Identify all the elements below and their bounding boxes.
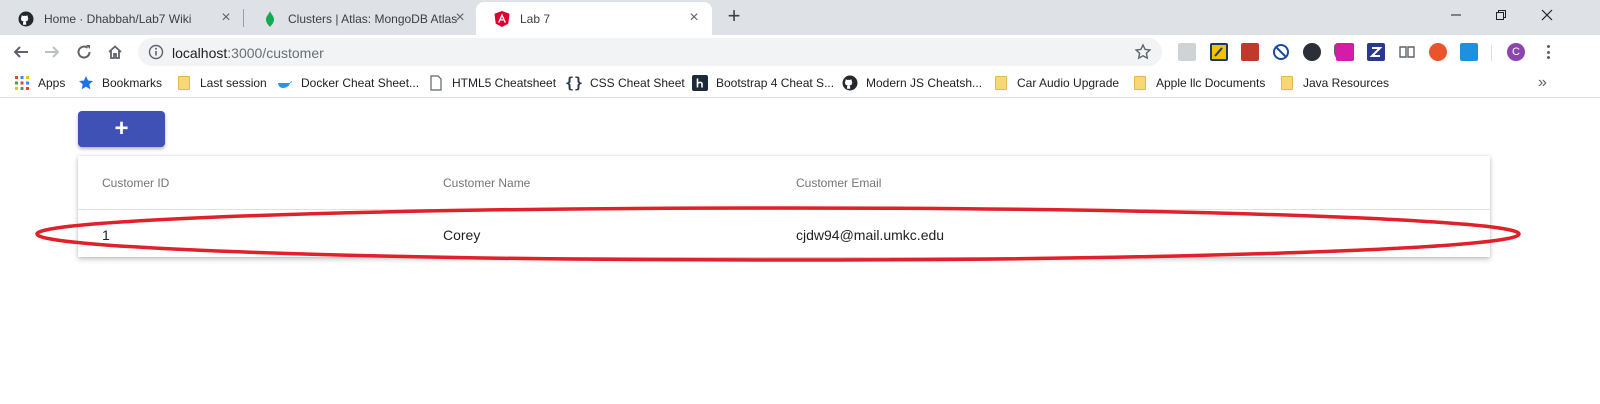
back-button[interactable] [8, 39, 34, 65]
tab-close-icon[interactable]: × [686, 10, 702, 26]
tab-github-wiki[interactable]: Home · Dhabbah/Lab7 Wiki × [0, 2, 242, 35]
customer-table: Customer ID Customer Name Customer Email… [78, 156, 1490, 257]
column-header-customer-id[interactable]: Customer ID [102, 176, 169, 190]
h-logo-icon [692, 75, 708, 91]
braces-icon: {} [564, 74, 584, 92]
tab-close-icon[interactable]: × [452, 10, 468, 26]
bookmark-car-audio[interactable]: Car Audio Upgrade [993, 74, 1119, 92]
forward-button[interactable] [39, 39, 65, 65]
bookmark-bootstrap[interactable]: Bootstrap 4 Cheat S... [692, 74, 834, 92]
more-bookmarks-chevron-icon[interactable]: » [1538, 74, 1547, 92]
minimize-button[interactable] [1433, 0, 1479, 30]
plus-icon: + [114, 115, 129, 142]
extension-dev-icon[interactable] [1178, 43, 1196, 61]
bookmark-html5[interactable]: HTML5 Cheatsheet [428, 74, 556, 92]
profile-avatar[interactable]: C [1507, 43, 1525, 61]
folder-icon [1279, 75, 1295, 91]
bookmark-label: Modern JS Cheatsh... [866, 76, 983, 90]
folder-icon [993, 75, 1009, 91]
page-icon [428, 75, 444, 91]
reload-icon [77, 45, 91, 59]
folder-icon [176, 75, 192, 91]
bookmark-last-session[interactable]: Last session [176, 74, 267, 92]
bookmark-label: HTML5 Cheatsheet [452, 76, 557, 90]
url-host: localhost [172, 45, 228, 61]
info-icon[interactable] [148, 44, 164, 60]
bookmark-label: Bookmarks [102, 76, 163, 90]
bookmark-apps[interactable]: Apps [14, 74, 65, 92]
tab-strip: Home · Dhabbah/Lab7 Wiki × Clusters | At… [0, 0, 1600, 35]
bookmark-label: Apple llc Documents [1156, 76, 1266, 90]
address-bar[interactable]: localhost:3000/customer [138, 38, 1162, 66]
close-icon [1541, 9, 1553, 21]
column-header-customer-email[interactable]: Customer Email [796, 176, 881, 190]
toolbar-divider [1491, 45, 1492, 61]
bookmark-label: Docker Cheat Sheet... [301, 76, 420, 90]
cell-customer-name: Corey [443, 227, 481, 243]
minimize-icon [1451, 14, 1461, 16]
angular-icon [494, 10, 510, 27]
back-arrow-icon [13, 46, 28, 58]
bookmark-bookmarks[interactable]: Bookmarks [78, 74, 162, 92]
new-tab-button[interactable]: + [723, 5, 745, 28]
docker-icon [277, 75, 293, 91]
tab-close-icon[interactable]: × [218, 10, 234, 26]
star-icon [78, 75, 94, 91]
extension-rp-icon[interactable] [1336, 43, 1354, 61]
tab-title: Clusters | Atlas: MongoDB Atlas [288, 11, 458, 26]
bookmark-apple-llc[interactable]: Apple llc Documents [1132, 74, 1265, 92]
bookmark-label: CSS Cheat Sheet [590, 76, 685, 90]
home-icon [108, 45, 122, 59]
github-icon [18, 11, 34, 27]
restore-icon [1496, 10, 1506, 20]
extension-octotree-icon[interactable] [1429, 43, 1447, 61]
column-header-customer-name[interactable]: Customer Name [443, 176, 530, 190]
table-row[interactable]: 1 Corey cjdw94@mail.umkc.edu [78, 210, 1490, 257]
extension-ud-icon[interactable] [1303, 43, 1321, 61]
extension-block-icon[interactable] [1272, 43, 1290, 61]
bookmark-label: Bootstrap 4 Cheat S... [716, 76, 835, 90]
extension-ie-tab-icon[interactable] [1210, 43, 1228, 61]
browser-menu-icon[interactable] [1540, 43, 1556, 61]
cell-customer-id: 1 [102, 227, 110, 243]
tab-mongodb-atlas[interactable]: Clusters | Atlas: MongoDB Atlas × [244, 2, 476, 35]
extension-z-icon[interactable] [1367, 43, 1385, 61]
cell-customer-email: cjdw94@mail.umkc.edu [796, 227, 945, 243]
tab-title: Lab 7 [520, 11, 551, 26]
extension-pdf-icon[interactable] [1241, 43, 1259, 61]
bookmark-star-icon[interactable] [1134, 43, 1152, 61]
bookmark-label: Car Audio Upgrade [1017, 76, 1120, 90]
close-window-button[interactable] [1524, 0, 1570, 30]
url-path: :3000/customer [227, 45, 324, 61]
home-button[interactable] [102, 39, 128, 65]
url-text[interactable]: localhost:3000/customer [172, 45, 324, 61]
bookmark-label: Apps [38, 76, 66, 90]
folder-icon [1132, 75, 1148, 91]
github-icon [842, 75, 858, 91]
extension-reader-icon[interactable] [1398, 43, 1416, 61]
extension-upload-icon[interactable] [1460, 43, 1478, 61]
add-customer-button[interactable]: + [78, 111, 165, 147]
bookmark-label: Last session [200, 76, 267, 90]
bookmark-css[interactable]: {} CSS Cheat Sheet [564, 74, 685, 92]
bookmark-docker[interactable]: Docker Cheat Sheet... [277, 74, 419, 92]
bookmark-modern-js[interactable]: Modern JS Cheatsh... [842, 74, 982, 92]
restore-button[interactable] [1478, 0, 1524, 30]
table-header: Customer ID Customer Name Customer Email [78, 156, 1490, 210]
bookmarks-bar: Apps Bookmarks Last session Docker Cheat… [0, 68, 1600, 98]
tab-lab7[interactable]: Lab 7 × [476, 2, 712, 35]
bookmark-java-resources[interactable]: Java Resources [1279, 74, 1389, 92]
browser-toolbar: localhost:3000/customer C [0, 35, 1600, 68]
tab-title: Home · Dhabbah/Lab7 Wiki [44, 11, 192, 26]
bookmark-label: Java Resources [1303, 76, 1390, 90]
reload-button[interactable] [71, 39, 97, 65]
apps-grid-icon [14, 75, 30, 91]
mongodb-leaf-icon [262, 10, 278, 27]
forward-arrow-icon [45, 46, 60, 58]
